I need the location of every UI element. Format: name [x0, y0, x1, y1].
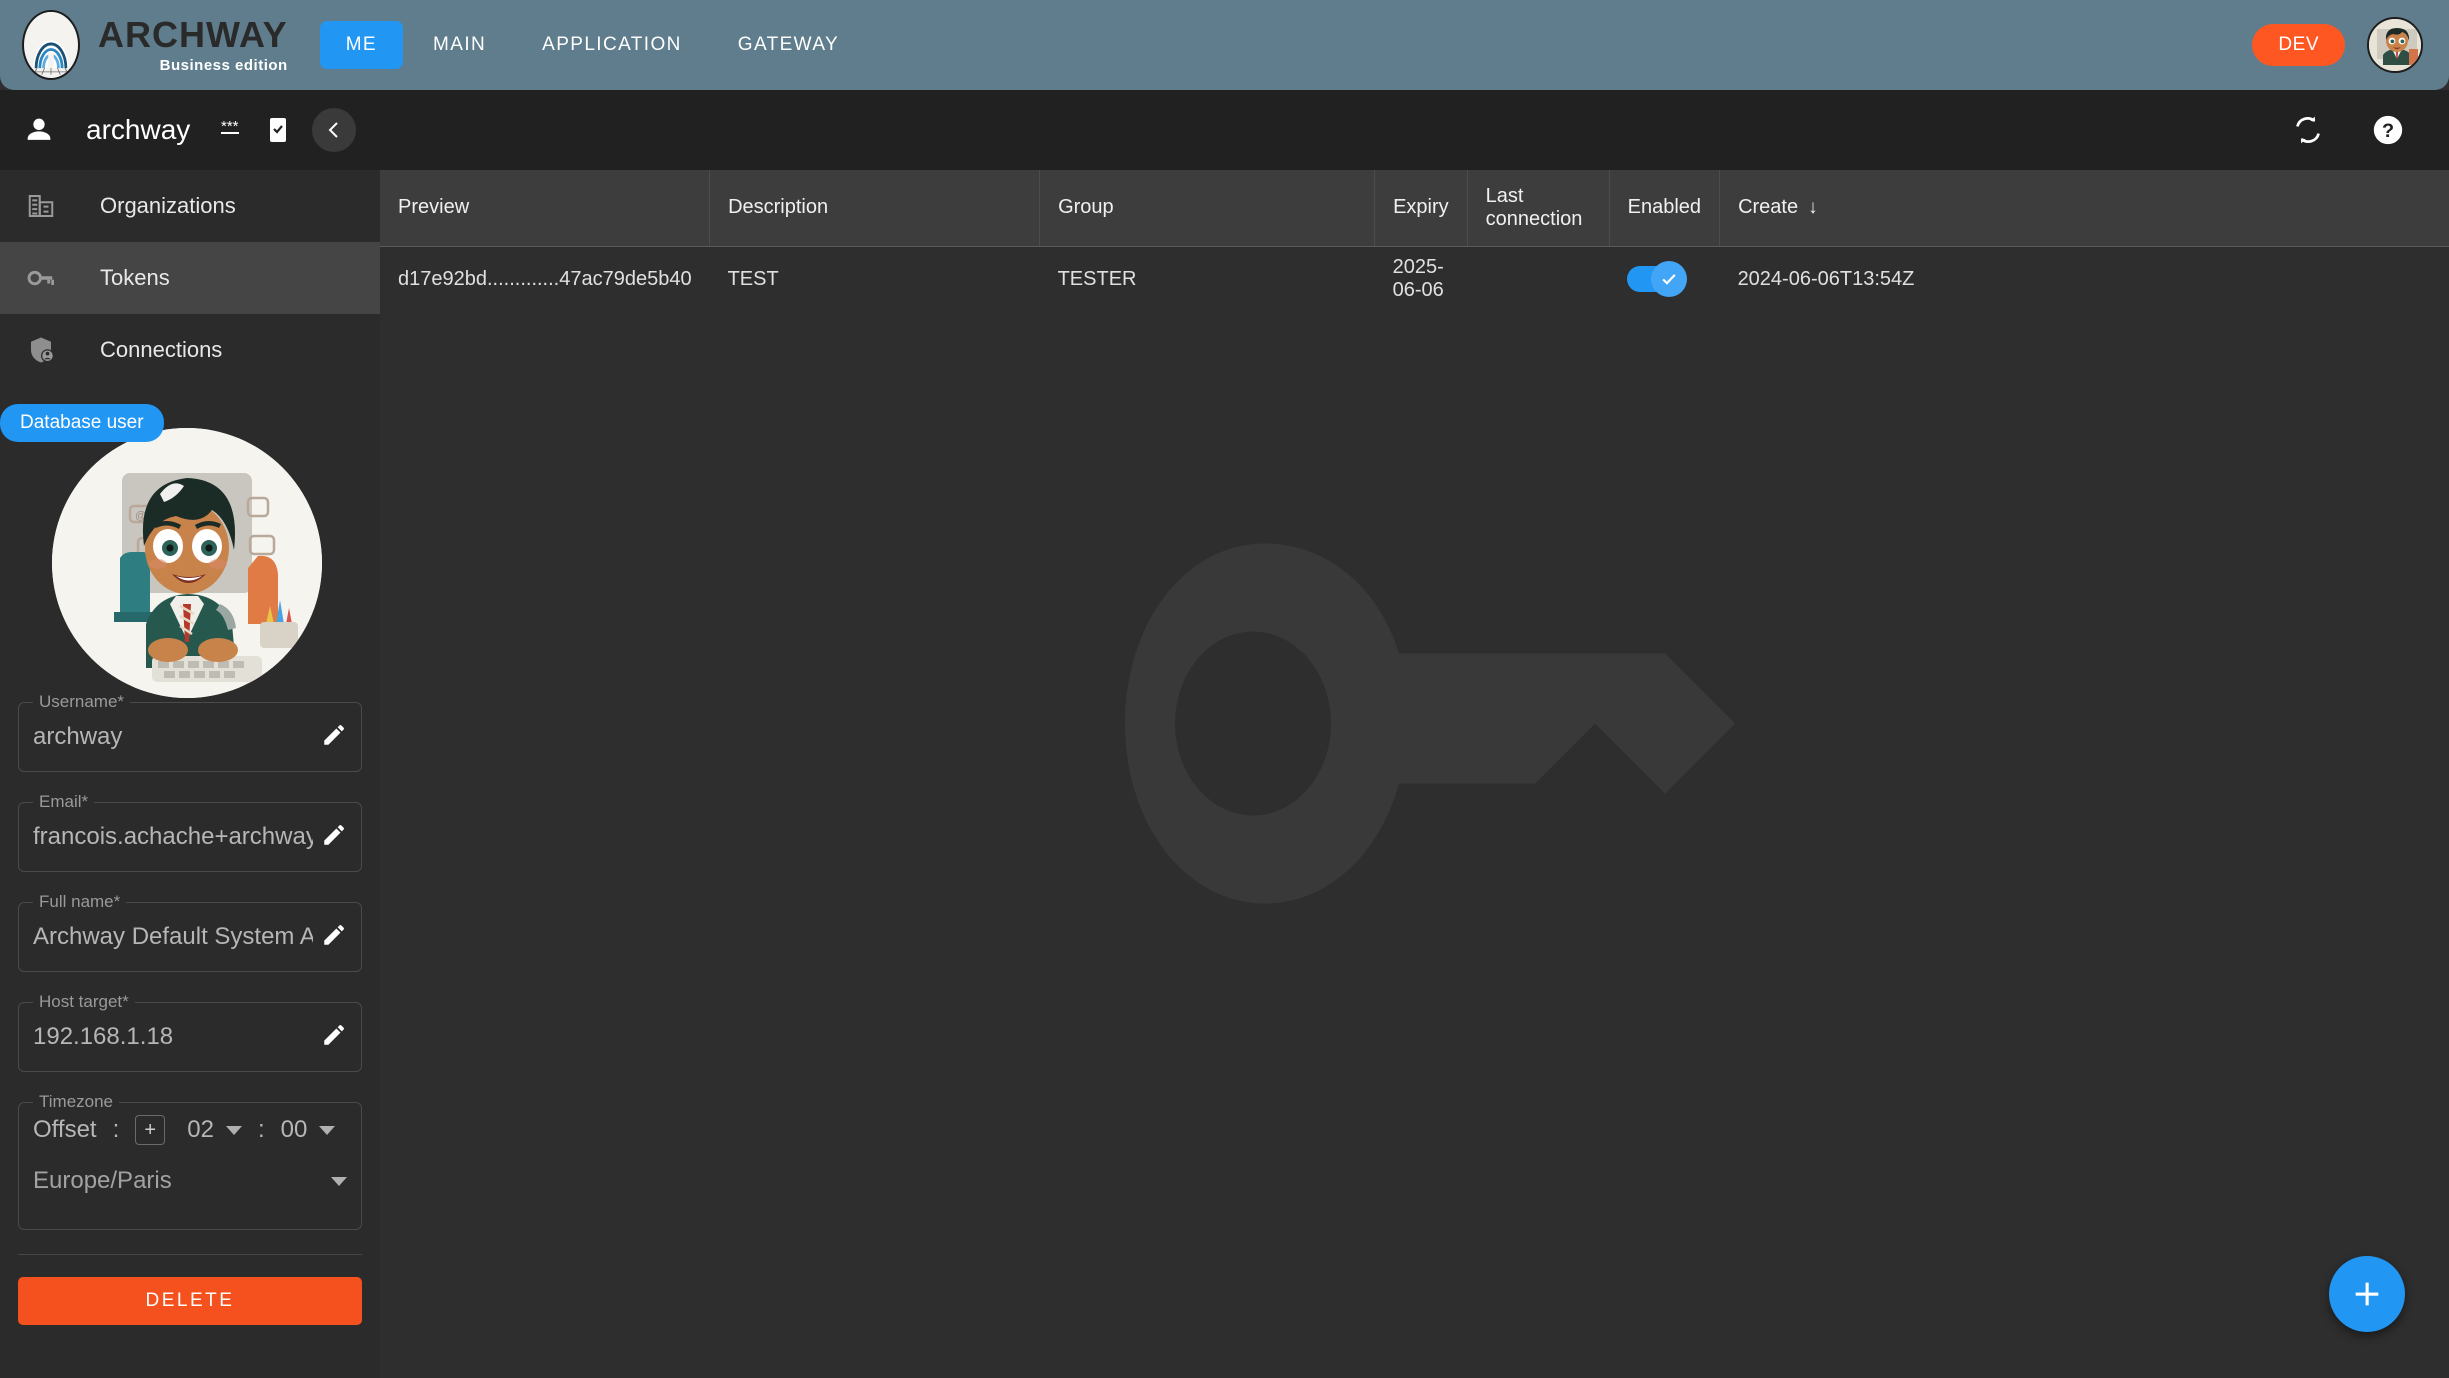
nav-tab-main[interactable]: MAIN: [407, 21, 512, 69]
sidebar-item-label: Tokens: [100, 265, 170, 290]
offset-hours-value: 02: [187, 1116, 214, 1143]
edit-pencil-icon[interactable]: [321, 922, 347, 953]
column-header-enabled[interactable]: Enabled: [1609, 170, 1721, 247]
tokens-table: Preview Description Group Expiry Last co…: [380, 170, 2449, 312]
timezone-zone-select[interactable]: Europe/Paris: [33, 1167, 347, 1195]
offset-label: Offset: [33, 1116, 97, 1143]
person-icon: [22, 113, 56, 147]
column-header-group[interactable]: Group: [1039, 170, 1376, 247]
cell-group: TESTER: [1057, 267, 1137, 290]
field-timezone: Timezone Offset : + 02 : 00 Europe/Paris: [18, 1092, 362, 1230]
sidebar-item-tokens[interactable]: Tokens: [0, 242, 380, 314]
page-toolbar: archway *** ?: [0, 90, 2449, 170]
plus-icon: [2355, 1282, 2379, 1306]
field-label: Username*: [33, 692, 131, 712]
offset-hours-select[interactable]: 02: [187, 1116, 242, 1144]
column-header-create[interactable]: Create ↓: [1719, 170, 2449, 247]
svg-text:?: ?: [2382, 120, 2394, 142]
chevron-down-icon: [319, 1125, 336, 1135]
nav-tab-me[interactable]: ME: [319, 21, 404, 69]
column-header-description[interactable]: Description: [709, 170, 1041, 247]
sidebar-item-connections[interactable]: Connections: [0, 314, 380, 386]
left-sidebar: Organizations Tokens Connections Databas…: [0, 170, 380, 1378]
cell-preview: d17e92bd.............47ac79de5b40: [398, 267, 692, 290]
sidebar-collapse-button[interactable]: [312, 108, 356, 152]
database-user-badge: Database user: [0, 404, 164, 442]
delete-button[interactable]: DELETE: [18, 1277, 362, 1325]
sidebar-nav-list: Organizations Tokens Connections: [0, 170, 380, 386]
page-title: archway: [86, 114, 191, 145]
edit-pencil-icon[interactable]: [321, 722, 347, 753]
table-header-row: Preview Description Group Expiry Last co…: [380, 170, 2449, 247]
profile-avatar-image[interactable]: @: [52, 428, 322, 698]
sync-refresh-icon[interactable]: [2291, 113, 2325, 147]
mobile-check-icon[interactable]: [266, 116, 290, 144]
archway-logo-icon: [22, 10, 80, 80]
brand-subtitle: Business edition: [159, 56, 288, 74]
column-header-create-label: Create: [1738, 196, 1799, 219]
key-watermark-icon: [1065, 483, 1765, 968]
field-host-target[interactable]: Host target* 192.168.1.18: [18, 992, 362, 1072]
chevron-down-icon: [331, 1176, 347, 1186]
column-header-preview[interactable]: Preview: [380, 170, 711, 247]
environment-badge[interactable]: DEV: [2252, 24, 2345, 66]
field-username[interactable]: Username* archway: [18, 692, 362, 772]
field-full-name[interactable]: Full name* Archway Default System Adm: [18, 892, 362, 972]
sidebar-item-organizations[interactable]: Organizations: [0, 170, 380, 242]
brand-title: ARCHWAY: [98, 13, 288, 55]
cell-expiry: 2025-06-06: [1392, 256, 1444, 302]
field-value: archway: [33, 723, 123, 750]
main-content: Preview Description Group Expiry Last co…: [380, 170, 2449, 1378]
offset-colon: :: [112, 1116, 120, 1143]
field-label: Host target*: [33, 992, 135, 1012]
field-label: Full name*: [33, 892, 127, 912]
profile-form: Username* archway Email* francois.achach…: [0, 692, 380, 1230]
field-email[interactable]: Email* francois.achache+archway@: [18, 792, 362, 872]
chevron-down-icon: [225, 1125, 242, 1135]
field-label: Email*: [33, 792, 95, 812]
table-body: d17e92bd.............47ac79de5b40 TEST T…: [380, 246, 2449, 312]
field-value: francois.achache+archway@: [33, 823, 313, 850]
enabled-toggle[interactable]: [1627, 261, 1688, 298]
cell-description: TEST: [727, 267, 779, 290]
offset-sign-toggle[interactable]: +: [135, 1115, 166, 1145]
table-row[interactable]: d17e92bd.............47ac79de5b40 TEST T…: [380, 246, 2449, 312]
toggle-thumb-check-icon: [1651, 261, 1688, 298]
field-value: 192.168.1.18: [33, 1023, 174, 1050]
profile-avatar-block: Database user @: [0, 404, 380, 698]
sidebar-item-label: Organizations: [100, 193, 236, 218]
offset-minutes-select[interactable]: 00: [281, 1116, 336, 1144]
cell-last-connection: [1467, 246, 1609, 312]
column-header-last-connection[interactable]: Last connection: [1467, 170, 1610, 247]
column-header-expiry[interactable]: Expiry: [1374, 170, 1468, 247]
password-dots-icon[interactable]: ***: [218, 117, 244, 143]
edit-pencil-icon[interactable]: [321, 822, 347, 853]
brand-logo[interactable]: ARCHWAY Business edition: [22, 10, 288, 80]
user-avatar[interactable]: [2367, 17, 2423, 73]
help-circle-icon[interactable]: ?: [2371, 113, 2405, 147]
key-icon: [10, 263, 72, 293]
offset-colon-2: :: [257, 1116, 265, 1143]
edit-pencil-icon[interactable]: [321, 1022, 347, 1053]
field-value: Archway Default System Adm: [33, 923, 313, 950]
offset-minutes-value: 00: [280, 1116, 308, 1143]
nav-tab-application[interactable]: APPLICATION: [516, 21, 708, 69]
header-right-group: DEV: [2252, 17, 2423, 73]
add-token-fab[interactable]: [2329, 1256, 2405, 1332]
cell-create: 2024-06-06T13:54Z: [1737, 267, 1915, 290]
main-navigation: ME MAIN APPLICATION GATEWAY: [319, 21, 865, 69]
nav-tab-gateway[interactable]: GATEWAY: [712, 21, 865, 69]
table-header: Preview Description Group Expiry Last co…: [380, 170, 2449, 247]
sort-descending-icon: ↓: [1808, 197, 1818, 219]
field-label: Timezone: [33, 1092, 120, 1112]
cell-enabled: [1609, 246, 1719, 312]
top-header-bar: ARCHWAY Business edition ME MAIN APPLICA…: [0, 0, 2449, 90]
timezone-zone-value: Europe/Paris: [33, 1167, 172, 1194]
building-icon: [10, 191, 72, 221]
sidebar-item-label: Connections: [100, 337, 223, 362]
shield-person-icon: [10, 335, 72, 365]
sidebar-divider: [18, 1254, 362, 1255]
